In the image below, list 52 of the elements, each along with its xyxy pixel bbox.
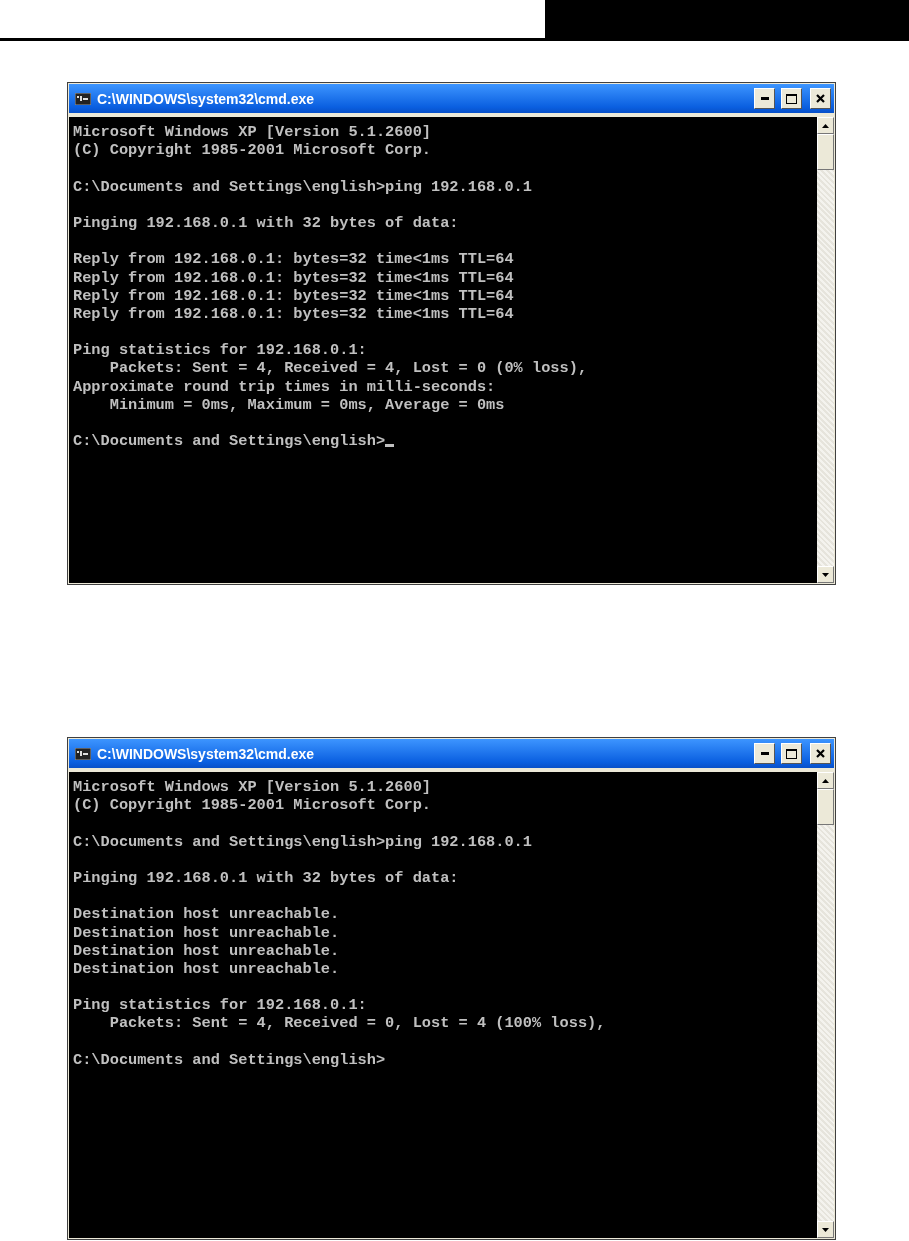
scroll-up-button[interactable] xyxy=(817,117,834,134)
console-line: Reply from 192.168.0.1: bytes=32 time<1ms TTL=64 xyxy=(73,250,515,269)
console-line: Destination host unreachable. xyxy=(73,923,341,942)
close-button[interactable] xyxy=(810,88,831,109)
console-line: Approximate round trip times in milli-seconds: xyxy=(73,377,497,396)
console-line: Reply from 192.168.0.1: bytes=32 time<1ms TTL=64 xyxy=(73,304,515,324)
console-icon xyxy=(75,747,91,760)
scroll-thumb[interactable] xyxy=(817,134,834,170)
console-line: Microsoft Windows XP [Version 5.1.2600] xyxy=(73,123,432,142)
scroll-down-button[interactable] xyxy=(817,1221,834,1238)
console-line: Destination host unreachable. xyxy=(73,941,341,960)
close-icon xyxy=(816,749,825,758)
maximize-icon xyxy=(786,748,797,759)
down-arrow-icon xyxy=(822,1227,829,1232)
scroll-thumb[interactable] xyxy=(817,789,834,825)
console-line: C:\Documents and Settings\english> xyxy=(73,432,386,451)
up-arrow-icon xyxy=(822,778,829,783)
console-line: C:\Documents and Settings\english> xyxy=(73,1050,386,1069)
down-arrow-icon xyxy=(822,572,829,577)
maximize-button[interactable] xyxy=(781,743,802,764)
minimize-button[interactable] xyxy=(754,743,775,764)
console-line: Reply from 192.168.0.1: bytes=32 time<1ms TTL=64 xyxy=(73,268,515,287)
console-line: Pinging 192.168.0.1 with 32 bytes of data: xyxy=(73,868,460,888)
scroll-up-button[interactable] xyxy=(817,772,834,789)
minimize-icon xyxy=(760,752,769,755)
console-line: Ping statistics for 192.168.0.1: xyxy=(73,996,368,1015)
maximize-button[interactable] xyxy=(781,88,802,109)
console-line: C:\Documents and Settings\english>ping 192.168.0.1 xyxy=(73,832,533,851)
console-line: Packets: Sent = 4, Received = 0, Lost = 4 (100% loss), xyxy=(108,1014,607,1033)
scroll-down-button[interactable] xyxy=(817,566,834,583)
vertical-scrollbar[interactable] xyxy=(817,772,834,1238)
close-button[interactable] xyxy=(810,743,831,764)
minimize-icon xyxy=(760,97,769,100)
maximize-icon xyxy=(786,93,797,104)
vertical-scrollbar[interactable] xyxy=(817,117,834,583)
console-line: (C) Copyright 1985-2001 Microsoft Corp. xyxy=(73,796,432,815)
console-line: Destination host unreachable. xyxy=(73,959,341,979)
console-icon xyxy=(75,92,91,105)
up-arrow-icon xyxy=(822,123,829,128)
console-line: C:\Documents and Settings\english>ping 192.168.0.1 xyxy=(73,177,533,196)
console-line: Destination host unreachable. xyxy=(73,905,341,924)
close-icon xyxy=(816,94,825,103)
minimize-button[interactable] xyxy=(754,88,775,109)
console-line: Microsoft Windows XP [Version 5.1.2600] xyxy=(73,778,432,797)
console-line: Ping statistics for 192.168.0.1: xyxy=(73,341,368,360)
console-line: Pinging 192.168.0.1 with 32 bytes of data: xyxy=(73,213,460,233)
window-title: C:\WINDOWS\system32\cmd.exe xyxy=(97,745,316,762)
window-title: C:\WINDOWS\system32\cmd.exe xyxy=(97,90,316,107)
console-line: Reply from 192.168.0.1: bytes=32 time<1ms TTL=64 xyxy=(73,286,515,305)
console-line: Minimum = 0ms, Maximum = 0ms, Average = 0ms xyxy=(108,395,506,414)
console-line: Packets: Sent = 4, Received = 4, Lost = 0 (0% loss), xyxy=(108,359,589,378)
console-line: (C) Copyright 1985-2001 Microsoft Corp. xyxy=(73,141,432,160)
